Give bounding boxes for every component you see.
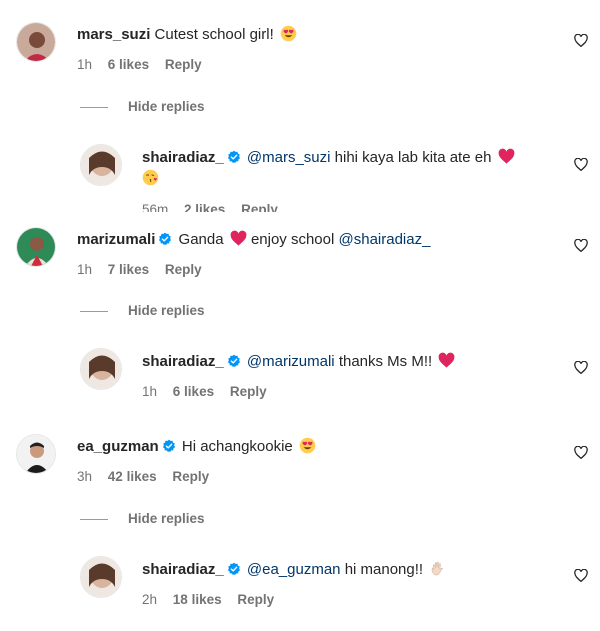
red-heart-emoji-icon — [230, 230, 247, 247]
reply-username[interactable]: shairadiaz_ — [142, 149, 224, 166]
waving-hand-emoji-icon — [429, 560, 446, 577]
reply-username[interactable]: shairadiaz_ — [142, 353, 224, 370]
verified-badge-icon — [227, 562, 241, 576]
heart-outline-icon[interactable] — [574, 158, 588, 171]
comment-text: enjoy school — [250, 231, 335, 248]
avatar[interactable] — [80, 556, 122, 598]
reply-likes[interactable]: 2 likes — [184, 204, 225, 212]
verified-badge-icon — [162, 439, 176, 453]
comment-time[interactable]: 3h — [77, 469, 92, 484]
reply-button[interactable]: Reply — [241, 204, 278, 212]
comment-item: marizumali Ganda enjoy school @shairadia… — [0, 213, 600, 298]
mention-link[interactable]: @shairadiaz_ — [339, 231, 431, 248]
comment-username[interactable]: marizumali — [77, 231, 155, 248]
comment-item: mars_suzi Cutest school girl! 1h 6 likes… — [0, 0, 600, 90]
comment-time[interactable]: 1h — [77, 262, 92, 277]
avatar[interactable] — [16, 227, 56, 267]
reply-button[interactable]: Reply — [230, 384, 267, 399]
reply-likes[interactable]: 6 likes — [173, 384, 214, 399]
avatar[interactable] — [80, 144, 122, 186]
mention-link[interactable]: @mars_suzi — [247, 149, 331, 166]
kiss-emoji-icon — [142, 169, 159, 186]
red-heart-emoji-icon — [438, 352, 455, 369]
mention-link[interactable]: @ea_guzman — [247, 561, 341, 578]
reply-text: thanks Ms M!! — [338, 353, 433, 370]
reply-item: shairadiaz_ @mars_suzi hihi kaya lab kit… — [0, 138, 600, 213]
comment-username[interactable]: mars_suzi — [77, 26, 150, 43]
mention-link[interactable]: @marizumali — [247, 353, 335, 370]
comment-likes[interactable]: 7 likes — [108, 262, 149, 277]
reply-text: hi manong!! — [344, 561, 424, 578]
comment-likes[interactable]: 42 likes — [108, 469, 157, 484]
avatar[interactable] — [16, 22, 56, 62]
reply-text: hihi kaya lab kita ate eh — [334, 149, 492, 166]
clipped-meta: 56m 2 likes Reply — [142, 204, 342, 212]
reply-button[interactable]: Reply — [172, 469, 209, 484]
heart-outline-icon[interactable] — [574, 446, 588, 459]
hide-replies-button[interactable]: Hide replies — [80, 303, 205, 318]
reply-item: shairadiaz_ @marizumali thanks Ms M!! 1h… — [0, 342, 600, 412]
reply-time[interactable]: 2h — [142, 592, 157, 607]
reply-button[interactable]: Reply — [165, 262, 202, 277]
reply-button[interactable]: Reply — [237, 592, 274, 607]
comment-likes[interactable]: 6 likes — [108, 57, 149, 72]
comment-text: Hi achangkookie — [181, 438, 293, 455]
hide-replies-button[interactable]: Hide replies — [80, 511, 205, 526]
reply-username[interactable]: shairadiaz_ — [142, 561, 224, 578]
heart-outline-icon[interactable] — [574, 361, 588, 374]
red-heart-emoji-icon — [498, 148, 515, 165]
divider — [80, 518, 108, 520]
reply-time[interactable]: 1h — [142, 384, 157, 399]
divider — [80, 106, 108, 108]
comment-item: ea_guzman Hi achangkookie 3h 42 likes Re… — [0, 420, 600, 500]
comment-username[interactable]: ea_guzman — [77, 438, 159, 455]
heart-outline-icon[interactable] — [574, 34, 588, 47]
heart-outline-icon[interactable] — [574, 569, 588, 582]
comment-text: Ganda — [178, 231, 224, 248]
verified-badge-icon — [227, 354, 241, 368]
heart-eyes-emoji-icon — [280, 25, 297, 42]
verified-badge-icon — [158, 232, 172, 246]
comment-text: Cutest school girl! — [154, 26, 274, 43]
heart-outline-icon[interactable] — [574, 239, 588, 252]
verified-badge-icon — [227, 150, 241, 164]
avatar[interactable] — [16, 434, 56, 474]
reply-likes[interactable]: 18 likes — [173, 592, 222, 607]
reply-time[interactable]: 56m — [142, 204, 168, 212]
reply-item: shairadiaz_ @ea_guzman hi manong!! 2h 18… — [0, 550, 600, 620]
avatar[interactable] — [80, 348, 122, 390]
hide-replies-button[interactable]: Hide replies — [80, 99, 205, 114]
heart-eyes-emoji-icon — [299, 437, 316, 454]
comment-time[interactable]: 1h — [77, 57, 92, 72]
reply-button[interactable]: Reply — [165, 57, 202, 72]
divider — [80, 310, 108, 312]
